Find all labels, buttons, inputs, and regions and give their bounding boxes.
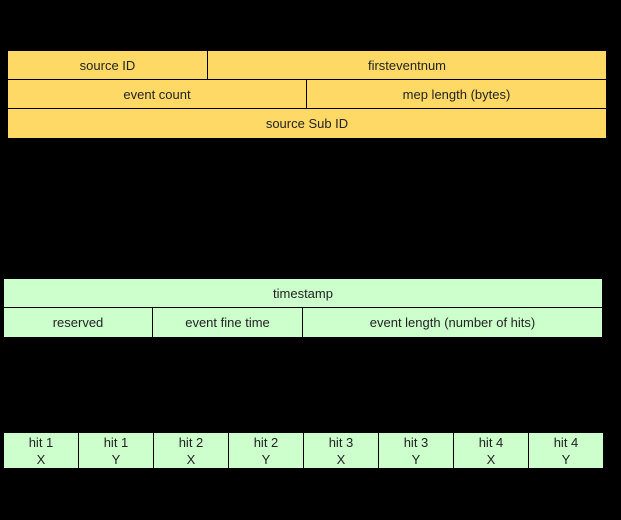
- hit-axis: Y: [261, 451, 271, 467]
- hit-label: hit 2: [253, 434, 279, 450]
- hit-axis: X: [186, 451, 196, 467]
- field-source-sub-id: source Sub ID: [7, 108, 607, 139]
- hit-axis: X: [486, 451, 496, 467]
- hit-cell: hit 2Y: [228, 432, 304, 469]
- hit-label: hit 1: [103, 434, 129, 450]
- hit-cell: hit 4X: [453, 432, 529, 469]
- hit-axis: Y: [411, 451, 421, 467]
- hit-cell: hit 1X: [3, 432, 79, 469]
- hit-label: hit 3: [328, 434, 354, 450]
- hit-label: hit 4: [478, 434, 504, 450]
- hit-label: hit 3: [403, 434, 429, 450]
- field-source-id: source ID: [7, 50, 208, 80]
- hit-cell: hit 3X: [303, 432, 379, 469]
- hit-axis: Y: [561, 451, 571, 467]
- field-firsteventnum: firsteventnum: [207, 50, 607, 80]
- hit-label: hit 1: [28, 434, 54, 450]
- field-mep-length: mep length (bytes): [306, 79, 607, 109]
- field-timestamp: timestamp: [3, 278, 603, 308]
- hit-axis: X: [336, 451, 346, 467]
- hit-axis: Y: [111, 451, 121, 467]
- hit-axis: X: [36, 451, 46, 467]
- hit-label: hit 4: [553, 434, 579, 450]
- field-reserved: reserved: [3, 307, 153, 338]
- hit-cell: hit 3Y: [378, 432, 454, 469]
- hit-cell: hit 1Y: [78, 432, 154, 469]
- hit-label: hit 2: [178, 434, 204, 450]
- hit-cell: hit 2X: [153, 432, 229, 469]
- hit-cell: hit 4Y: [528, 432, 604, 469]
- field-event-length: event length (number of hits): [302, 307, 603, 338]
- field-event-fine-time: event fine time: [152, 307, 303, 338]
- field-event-count: event count: [7, 79, 307, 109]
